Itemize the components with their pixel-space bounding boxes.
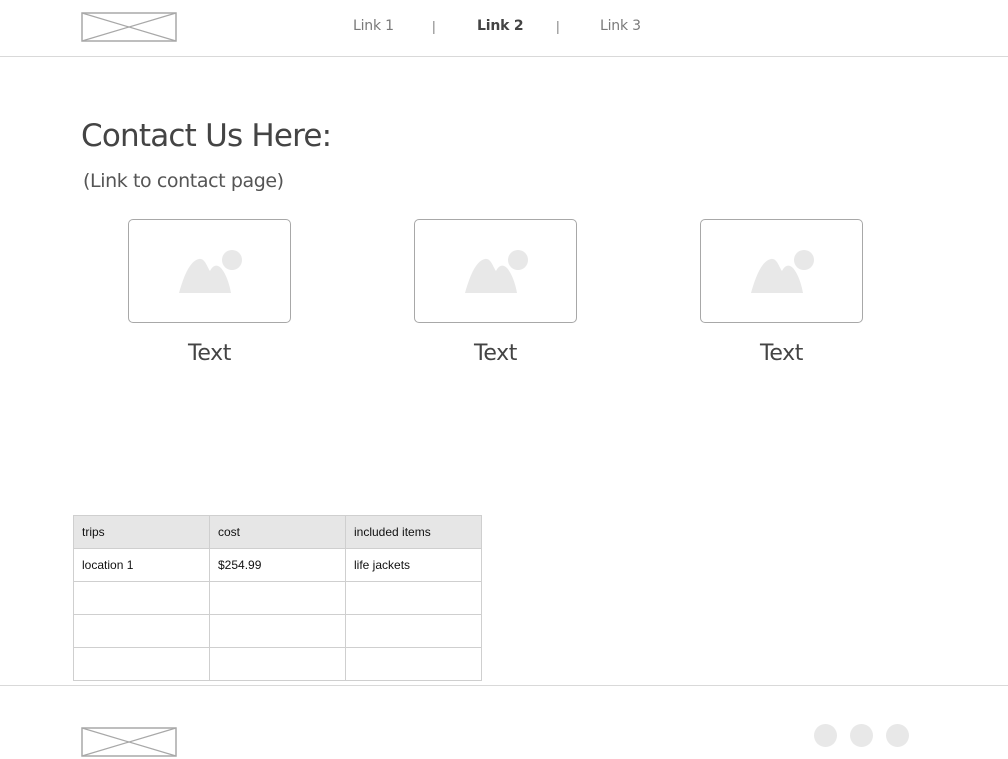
image-card: Text: [128, 219, 291, 366]
table-cell: [345, 581, 482, 615]
table-header-row: trips cost included items: [73, 515, 482, 549]
image-icon: [179, 250, 242, 293]
table-cell: location 1: [73, 548, 210, 582]
social-icon[interactable]: [814, 724, 837, 747]
table-cell: [73, 647, 210, 681]
image-icon: [751, 250, 814, 293]
table-row: [73, 647, 482, 681]
image-placeholder: [414, 219, 577, 323]
card-text: Text: [474, 341, 517, 366]
nav-separator: |: [432, 18, 436, 34]
header: Link 1 | Link 2 | Link 3: [0, 0, 1008, 57]
main-nav: Link 1 | Link 2 | Link 3: [0, 18, 1008, 38]
image-icon: [465, 250, 528, 293]
table-cell: [73, 581, 210, 615]
column-header-included-items: included items: [345, 515, 482, 549]
table-cell: [73, 614, 210, 648]
page-title: Contact Us Here:: [81, 118, 332, 154]
table-row: [73, 614, 482, 648]
contact-page-link[interactable]: (Link to contact page): [83, 170, 284, 192]
nav-link-3[interactable]: Link 3: [600, 18, 641, 34]
card-text: Text: [188, 341, 231, 366]
image-placeholder: [700, 219, 863, 323]
table-cell: [209, 647, 346, 681]
nav-separator: |: [556, 18, 560, 34]
table-cell: [345, 614, 482, 648]
column-header-trips: trips: [73, 515, 210, 549]
column-header-cost: cost: [209, 515, 346, 549]
image-card: Text: [414, 219, 577, 366]
table-cell: life jackets: [345, 548, 482, 582]
footer-logo-placeholder[interactable]: [81, 727, 177, 757]
logo-placeholder-icon: [81, 727, 177, 757]
nav-link-1[interactable]: Link 1: [353, 18, 394, 34]
image-card: Text: [700, 219, 863, 366]
page: Link 1 | Link 2 | Link 3 Contact Us Here…: [0, 0, 1008, 759]
social-icon[interactable]: [886, 724, 909, 747]
social-icon[interactable]: [850, 724, 873, 747]
image-placeholder: [128, 219, 291, 323]
table-cell: $254.99: [209, 548, 346, 582]
card-text: Text: [760, 341, 803, 366]
trips-table: trips cost included items location 1 $25…: [73, 515, 482, 681]
nav-link-2[interactable]: Link 2: [477, 18, 524, 34]
table-cell: [209, 614, 346, 648]
table-row: location 1 $254.99 life jackets: [73, 548, 482, 582]
table-cell: [209, 581, 346, 615]
footer: [0, 685, 1008, 759]
table-cell: [345, 647, 482, 681]
table-row: [73, 581, 482, 615]
